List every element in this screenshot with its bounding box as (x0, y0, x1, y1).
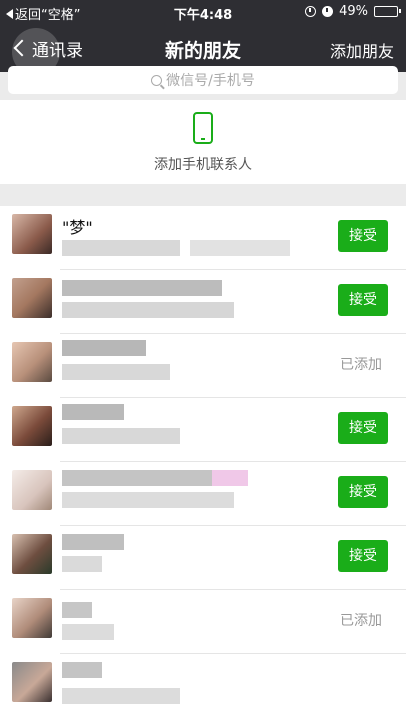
status-right: 49% (305, 4, 401, 19)
blurred-message (62, 428, 180, 444)
accept-button[interactable]: 接受 (338, 284, 388, 316)
blurred-name (62, 602, 92, 618)
avatar (12, 598, 52, 638)
accept-button[interactable]: 接受 (338, 540, 388, 572)
search-area: 微信号/手机号 (0, 66, 406, 100)
mobile-phone-icon (193, 112, 213, 144)
blurred-name (62, 340, 146, 356)
added-status: 已添加 (340, 357, 382, 373)
blurred-message (62, 624, 114, 640)
avatar (12, 534, 52, 574)
list-item[interactable]: 接受 (0, 462, 406, 526)
add-phone-contacts[interactable]: 添加手机联系人 (0, 100, 406, 184)
avatar (12, 470, 52, 510)
list-item[interactable]: "梦" 接受 (0, 206, 406, 270)
friend-request-list: "梦" 接受 接受 已添加 接受 接受 接受 已添加 (0, 206, 406, 709)
friend-name: "梦" (62, 218, 93, 237)
blurred-message (62, 556, 102, 572)
add-contacts-label: 添加手机联系人 (154, 157, 252, 173)
search-placeholder: 微信号/手机号 (166, 73, 255, 89)
blurred-name (62, 662, 102, 678)
accept-button[interactable]: 接受 (338, 412, 388, 444)
list-item[interactable]: 接受 (0, 526, 406, 590)
list-item[interactable]: 已添加 (0, 334, 406, 398)
avatar (12, 342, 52, 382)
battery-percent: 49% (339, 4, 368, 19)
add-friend-button[interactable]: 添加朋友 (330, 38, 394, 62)
avatar (12, 278, 52, 318)
list-item[interactable] (0, 654, 406, 709)
blurred-name (62, 280, 222, 296)
search-icon (151, 74, 163, 86)
accept-button[interactable]: 接受 (338, 220, 388, 252)
search-input[interactable]: 微信号/手机号 (8, 66, 398, 94)
avatar (12, 662, 52, 702)
blurred-message (190, 240, 290, 256)
blurred-message (62, 688, 180, 704)
list-item[interactable]: 已添加 (0, 590, 406, 654)
alarm-icon (322, 6, 334, 17)
section-separator (0, 184, 406, 206)
battery-icon (374, 6, 401, 17)
blurred-message (62, 302, 234, 318)
blurred-name (62, 404, 124, 420)
navigation-bar: 通讯录 新的朋友 添加朋友 (0, 24, 406, 76)
blurred-message (62, 364, 170, 380)
status-bar: 返回“空格” 下午4:48 49% (0, 0, 406, 24)
list-item[interactable]: 接受 (0, 398, 406, 462)
blurred-message (62, 240, 180, 256)
blurred-emoji (212, 470, 248, 486)
added-status: 已添加 (340, 613, 382, 629)
list-item[interactable]: 接受 (0, 270, 406, 334)
blurred-name (62, 534, 124, 550)
avatar (12, 406, 52, 446)
accept-button[interactable]: 接受 (338, 476, 388, 508)
orientation-lock-icon (305, 6, 317, 17)
blurred-name (62, 470, 212, 486)
avatar (12, 214, 52, 254)
blurred-message (62, 492, 234, 508)
